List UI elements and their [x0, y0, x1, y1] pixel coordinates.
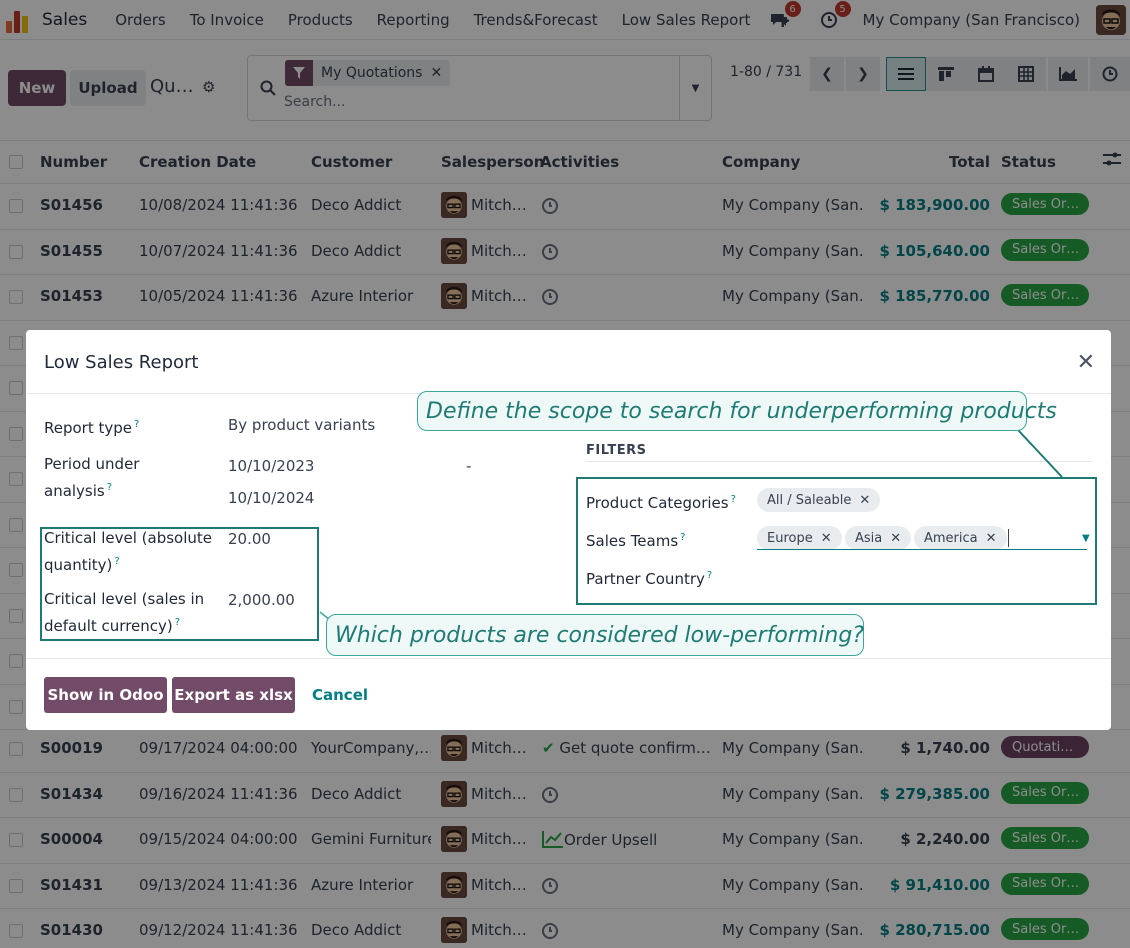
- callout-pointers: [319, 429, 1063, 626]
- low-performing-callout: Which products are considered low-perfor…: [326, 614, 864, 656]
- scope-callout: Define the scope to search for underperf…: [417, 391, 1057, 431]
- scope-callout-pointer: [985, 429, 1063, 478]
